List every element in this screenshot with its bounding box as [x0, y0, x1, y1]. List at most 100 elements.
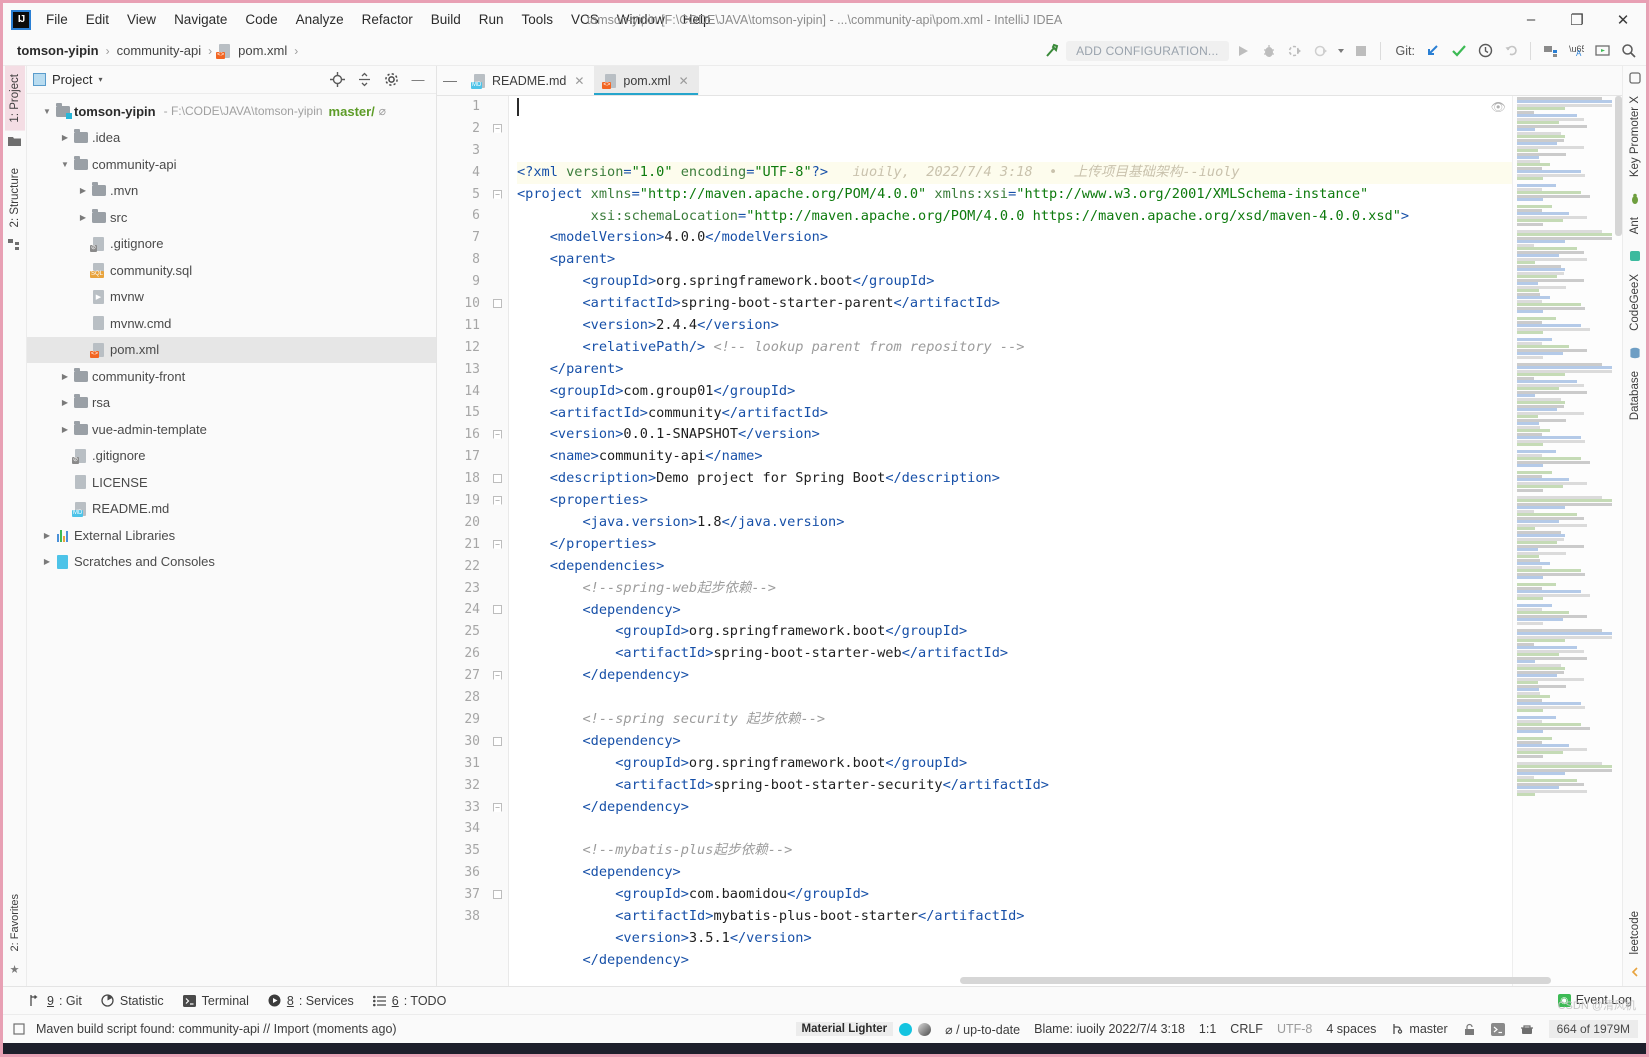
tree-node-vue-admin-template[interactable]: ▶ vue-admin-template [27, 416, 436, 443]
bottom-tool-terminal[interactable]: Terminal [182, 993, 249, 1008]
settings-gear-icon[interactable] [379, 68, 403, 92]
menu-item-build[interactable]: Build [422, 8, 470, 31]
chevron-right-icon[interactable]: ▶ [39, 531, 55, 540]
tree-node-community-front[interactable]: ▶ community-front [27, 363, 436, 390]
search-everywhere-icon[interactable] [1616, 39, 1640, 63]
line-number[interactable]: 18 [437, 468, 508, 490]
line-number[interactable]: 13 [437, 359, 508, 381]
line-number[interactable]: 14 [437, 381, 508, 403]
chevron-right-icon[interactable]: ▶ [57, 398, 73, 407]
terminal-small-icon[interactable] [1491, 1022, 1506, 1037]
code-line[interactable]: <description>Demo project for Spring Boo… [517, 468, 1512, 490]
tree-node-license[interactable]: LICENSE [27, 469, 436, 496]
fold-collapse-icon[interactable]: − [493, 430, 502, 440]
bottom-tool-statistic[interactable]: Statistic [100, 993, 164, 1008]
breadcrumb-item-file[interactable]: pom.xml [236, 43, 289, 58]
bottom-tool-todo[interactable]: 6: TODO [372, 993, 446, 1008]
line-number-gutter[interactable]: 1 2−3 4 5−6 7 8 9 10 11 12 13 14 15 16−17 18 19−20 21−22… [437, 96, 509, 986]
fold-collapse-icon[interactable]: − [493, 189, 502, 199]
chevron-right-icon[interactable]: ▶ [57, 372, 73, 381]
line-number[interactable]: 21− [437, 534, 508, 556]
tree-node-external-libraries[interactable]: ▶ External Libraries [27, 522, 436, 549]
fold-expand-icon[interactable] [493, 299, 502, 309]
line-number[interactable]: 6 [437, 205, 508, 227]
ant-icon[interactable] [1629, 193, 1641, 205]
tree-node-scratches-and-consoles[interactable]: ▶ Scratches and Consoles [27, 549, 436, 576]
line-number[interactable]: 8 [437, 249, 508, 271]
chevron-right-icon[interactable]: ▶ [39, 557, 55, 566]
run-icon[interactable] [1231, 39, 1255, 63]
code-line[interactable]: xsi:schemaLocation="http://maven.apache.… [517, 206, 1512, 228]
code-line[interactable]: <artifactId>spring-boot-starter-security… [517, 775, 1512, 797]
code-line[interactable]: <version>3.5.1</version> [517, 928, 1512, 950]
menu-item-refactor[interactable]: Refactor [353, 8, 422, 31]
chevron-down-icon[interactable]: ▼ [57, 160, 73, 169]
code-line[interactable]: <properties> [517, 490, 1512, 512]
update-project-icon[interactable] [1421, 39, 1445, 63]
eye-preview-icon[interactable]: 👁 [1491, 100, 1506, 114]
code-line[interactable]: </dependency> [517, 665, 1512, 687]
line-number[interactable]: 30 [437, 731, 508, 753]
chevron-right-icon[interactable]: ▶ [75, 186, 91, 195]
hide-panel-icon[interactable]: — [406, 68, 430, 92]
history-icon[interactable] [1473, 39, 1497, 63]
code-line[interactable]: <dependencies> [517, 556, 1512, 578]
menu-item-help[interactable]: Help [674, 8, 720, 31]
tree-node-gitignore[interactable]: ⊘ .gitignore [27, 231, 436, 258]
star-icon[interactable]: ★ [10, 963, 20, 976]
close-icon[interactable]: ✕ [574, 74, 584, 88]
theme-contrast-dot-icon[interactable] [918, 1022, 932, 1036]
line-number[interactable]: 10 [437, 293, 508, 315]
tree-node-mvn[interactable]: ▶ .mvn [27, 178, 436, 205]
memory-indicator[interactable]: 664 of 1979M [1548, 1020, 1638, 1038]
notification-icon[interactable] [11, 1022, 26, 1037]
tree-node-readme-md[interactable]: MD README.md [27, 496, 436, 523]
line-number[interactable]: 15 [437, 402, 508, 424]
tree-node-community-api[interactable]: ▼ community-api [27, 151, 436, 178]
close-button[interactable]: ✕ [1600, 3, 1646, 36]
tree-node-community-sql[interactable]: SQL community.sql [27, 257, 436, 284]
tree-node-idea[interactable]: ▶ .idea [27, 125, 436, 152]
code-line[interactable]: <parent> [517, 249, 1512, 271]
horizontal-scrollbar[interactable] [517, 977, 1552, 984]
run-with-coverage-icon[interactable] [1283, 39, 1307, 63]
line-number[interactable]: 2− [437, 118, 508, 140]
code-line[interactable]: <relativePath/> <!-- lookup parent from … [517, 337, 1512, 359]
fold-collapse-icon[interactable]: − [493, 802, 502, 812]
code-line[interactable]: <groupId>org.springframework.boot</group… [517, 271, 1512, 293]
code-line[interactable]: <version>0.0.1-SNAPSHOT</version> [517, 424, 1512, 446]
leetcode-icon[interactable] [1629, 966, 1641, 978]
file-encoding[interactable]: UTF-8 [1277, 1022, 1312, 1036]
line-number[interactable]: 9 [437, 271, 508, 293]
rollback-icon[interactable] [1499, 39, 1523, 63]
stop-icon[interactable] [1349, 39, 1373, 63]
chevron-right-icon[interactable]: ▶ [57, 425, 73, 434]
line-number[interactable]: 25 [437, 621, 508, 643]
chevron-right-icon[interactable]: ▶ [75, 213, 91, 222]
line-number[interactable]: 27− [437, 665, 508, 687]
breadcrumb-item-project[interactable]: tomson-yipin [15, 43, 101, 58]
tree-node-src[interactable]: ▶ src [27, 204, 436, 231]
code-line[interactable]: <dependency> [517, 600, 1512, 622]
line-number[interactable]: 20 [437, 512, 508, 534]
menu-item-tools[interactable]: Tools [513, 8, 563, 31]
indent-setting[interactable]: 4 spaces [1326, 1022, 1376, 1036]
line-number[interactable]: 38 [437, 906, 508, 928]
chevron-down-icon[interactable]: ▾ [98, 75, 102, 84]
add-configuration-button[interactable]: ADD CONFIGURATION... [1066, 40, 1229, 61]
code-line[interactable]: <dependency> [517, 862, 1512, 884]
code-line[interactable] [517, 818, 1512, 840]
commit-icon[interactable] [1447, 39, 1471, 63]
chevron-down-icon[interactable] [1335, 39, 1347, 63]
project-structure-icon[interactable] [1538, 39, 1562, 63]
translate-icon[interactable]: \u6587A [1564, 39, 1588, 63]
minimize-button[interactable]: – [1508, 3, 1554, 36]
line-number[interactable]: 28 [437, 687, 508, 709]
code-editor[interactable]: 1 2−3 4 5−6 7 8 9 10 11 12 13 14 15 16−17 18 19−20 21−22… [437, 96, 1622, 986]
menu-item-code[interactable]: Code [236, 8, 286, 31]
vcs-status[interactable]: ⌀ / up-to-date [945, 1022, 1020, 1037]
line-number[interactable]: 23 [437, 578, 508, 600]
line-number[interactable]: 29 [437, 709, 508, 731]
sidebar-tab-leetcode[interactable]: leetcode [1625, 903, 1645, 962]
tree-node-mvnw[interactable]: ▶ mvnw [27, 284, 436, 311]
